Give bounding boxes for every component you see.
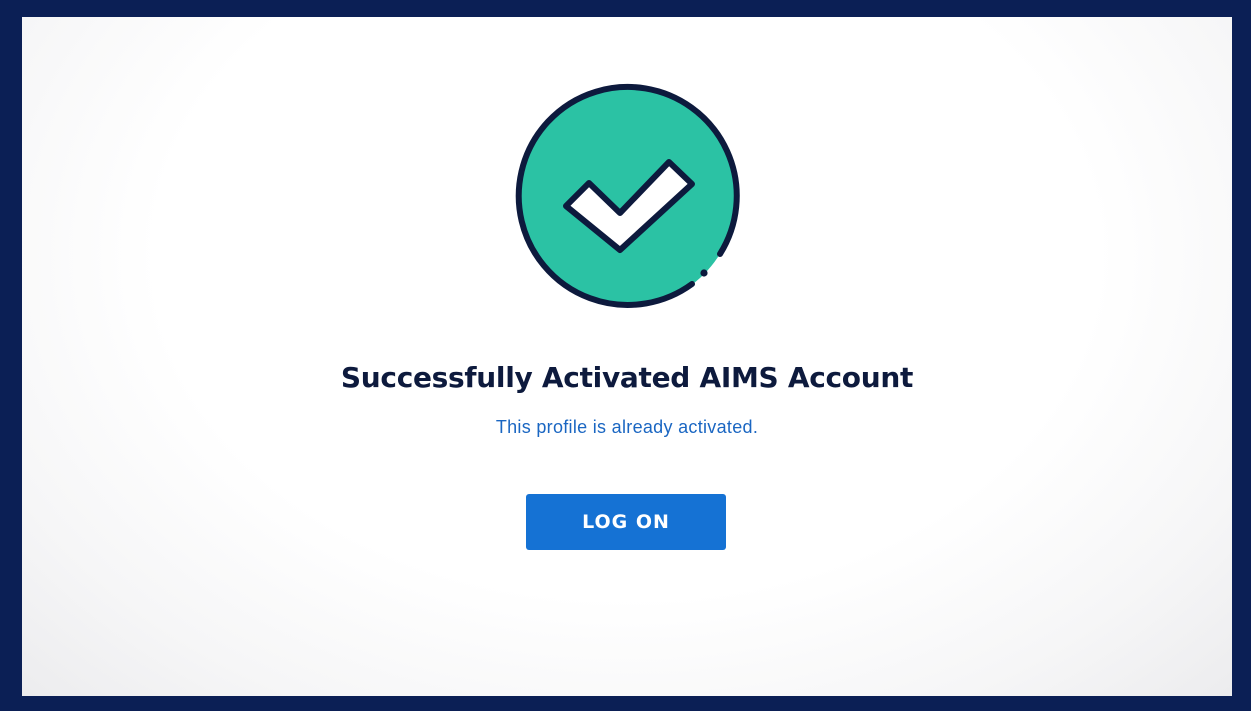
status-message: This profile is already activated. [495, 417, 759, 437]
success-check-icon [512, 82, 742, 312]
status-title: Successfully Activated AIMS Account [340, 361, 914, 394]
log-on-button[interactable]: LOG ON [526, 494, 726, 550]
activation-panel: Successfully Activated AIMS Account This… [22, 17, 1232, 696]
page-frame: Successfully Activated AIMS Account This… [0, 0, 1251, 711]
